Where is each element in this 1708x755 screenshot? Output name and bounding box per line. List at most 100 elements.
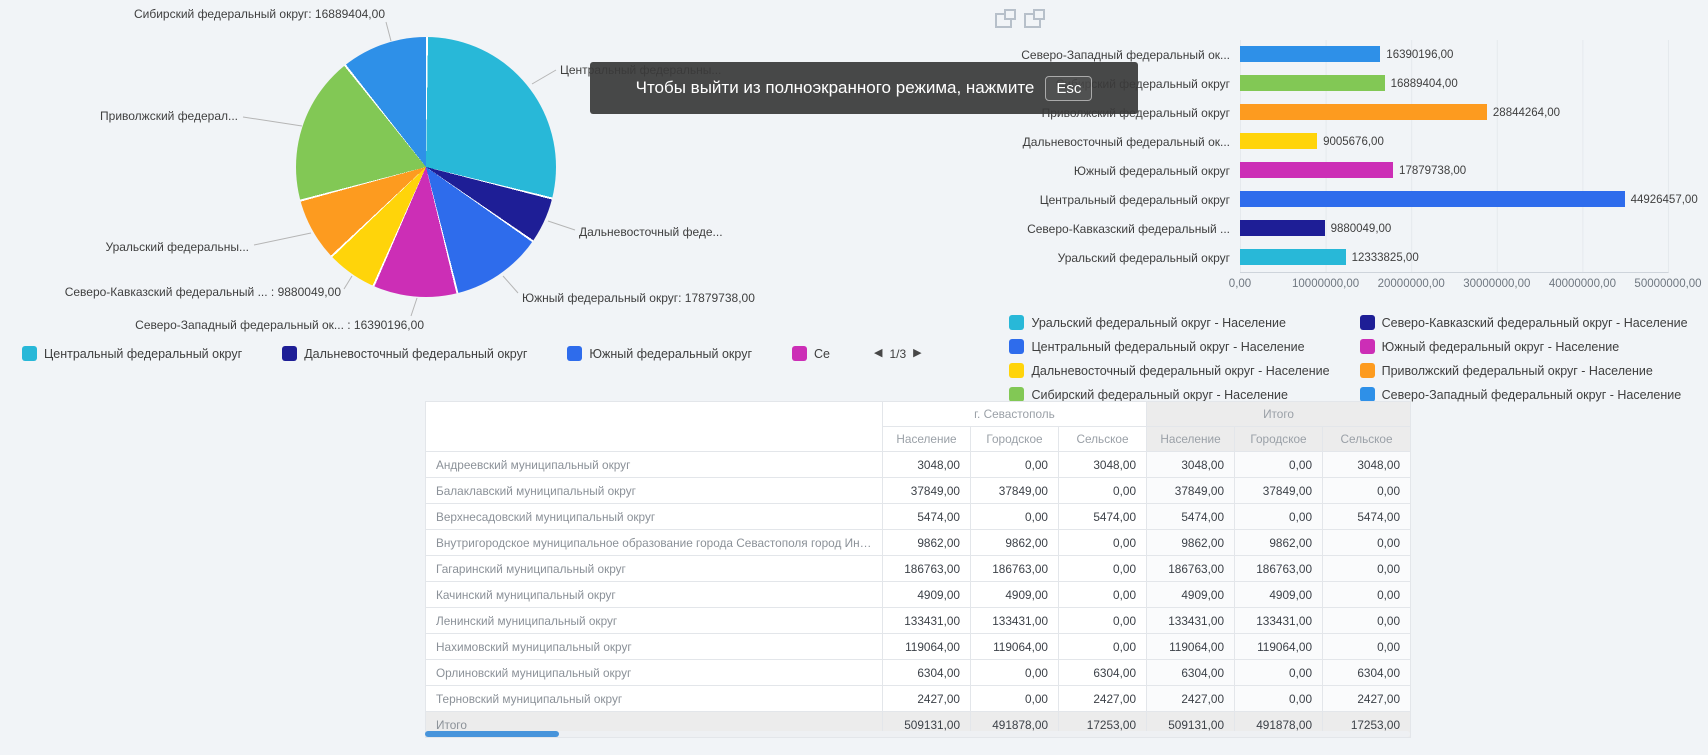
pivot-table: г. СевастопольИтогоНаселениеГородскоеСел… [425,401,1411,738]
bar-value-label: 17879738,00 [1399,165,1466,177]
table-row[interactable]: Гагаринский муниципальный округ 186763,00… [426,556,1411,582]
value-cell: 133431,00 [1147,608,1235,634]
value-cell: 37849,00 [883,478,971,504]
pie-legend: Центральный федеральный округДальневосто… [22,346,922,361]
bar[interactable] [1240,46,1380,62]
bar[interactable] [1240,162,1393,178]
bar-value-label: 28844264,00 [1493,107,1560,119]
bar-category-label: Южный федеральный округ [989,164,1240,178]
bar-value-label: 16889404,00 [1391,78,1458,90]
bar[interactable] [1240,133,1317,149]
legend-label: Дальневосточный федеральный округ - Насе… [1031,364,1329,378]
bar-value-label: 44926457,00 [1631,194,1698,206]
value-cell: 133431,00 [883,608,971,634]
bar-value-label: 9005676,00 [1323,136,1384,148]
legend-label: Приволжский федеральный округ - Населени… [1382,364,1653,378]
pie-callout-sibirsky: Сибирский федеральный округ: 16889404,00 [134,7,385,21]
bar-area: 9880049,00 [1240,214,1668,243]
legend-label: Дальневосточный федеральный округ [304,347,527,361]
bar-x-axis: 0,0010000000,0020000000,0030000000,00400… [1240,278,1668,294]
table-row[interactable]: Балаклавский муниципальный округ37849,00… [426,478,1411,504]
column-subheader: Сельское [1059,427,1147,452]
row-label: Гагаринский муниципальный округ [426,556,883,582]
value-cell: 186763,00 [1235,556,1323,582]
legend-page-indicator: 1/3 [889,347,906,361]
bar-area: 16889404,00 [1240,69,1668,98]
column-subheader: Население [883,427,971,452]
table-row[interactable]: Ленинский муниципальный округ133431,0013… [426,608,1411,634]
table-row[interactable]: Качинский муниципальный округ4909,004909… [426,582,1411,608]
table-row[interactable]: Андреевский муниципальный округ3048,000,… [426,452,1411,478]
bar-row: Южный федеральный округ 17879738,00 [989,156,1708,185]
row-label: Качинский муниципальный округ [426,582,883,608]
legend-swatch [1009,315,1024,330]
value-cell: 9862,00 [883,530,971,556]
value-cell: 0,00 [1059,556,1147,582]
bar[interactable] [1240,75,1385,91]
legend-swatch [1360,315,1375,330]
value-cell: 0,00 [1323,530,1411,556]
value-cell: 37849,00 [1147,478,1235,504]
window-restore-icon-2[interactable] [1024,13,1041,28]
pie-callout-sevzapad: Северо-Западный федеральный ок... : 1639… [135,318,424,332]
column-group-header: г. Севастополь [883,402,1147,427]
value-cell: 0,00 [1235,660,1323,686]
column-subheader: Сельское [1323,427,1411,452]
scrollbar-thumb[interactable] [425,731,559,737]
value-cell: 3048,00 [883,452,971,478]
bar-area: 28844264,00 [1240,98,1668,127]
legend-label: Северо-Западный федеральный округ - Насе… [1382,388,1682,402]
value-cell: 37849,00 [1235,478,1323,504]
pie-callout-sevkavkaz: Северо-Кавказский федеральный ... : 9880… [65,285,341,299]
table-row[interactable]: Верхнесадовский муниципальный округ 5474,… [426,504,1411,530]
value-cell: 0,00 [1323,634,1411,660]
value-cell: 186763,00 [1147,556,1235,582]
value-cell: 133431,00 [971,608,1059,634]
bar[interactable] [1240,191,1625,207]
bar[interactable] [1240,104,1487,120]
pie-graphic[interactable] [296,37,556,297]
x-tick-label: 50000000,00 [1634,278,1701,290]
bar-area: 16390196,00 [1240,40,1668,69]
bar[interactable] [1240,249,1346,265]
value-cell: 4909,00 [971,582,1059,608]
bar-chart-toolbar [995,9,1041,27]
row-label: Орлиновский муниципальный округ [426,660,883,686]
legend-item: Северо-Кавказский федеральный округ - На… [1360,315,1688,330]
x-tick-label: 10000000,00 [1292,278,1359,290]
value-cell: 0,00 [1059,634,1147,660]
value-cell: 5474,00 [1059,504,1147,530]
value-cell: 2427,00 [1323,686,1411,712]
bar-row: Дальневосточный федеральный ок...9005676… [989,127,1708,156]
value-cell: 0,00 [1323,478,1411,504]
legend-label: Се [814,347,830,361]
legend-swatch [22,346,37,361]
legend-item: Дальневосточный федеральный округ [282,346,527,361]
legend-next-icon[interactable]: ▶ [913,348,921,359]
window-restore-icon[interactable] [995,13,1012,28]
bar-row: Центральный федеральный округ 44926457,00 [989,185,1708,214]
table-row[interactable]: Орлиновский муниципальный округ6304,000,… [426,660,1411,686]
bar-row: Уральский федеральный округ12333825,00 [989,243,1708,272]
table-row[interactable]: Терновский муниципальный округ2427,000,0… [426,686,1411,712]
value-cell: 119064,00 [883,634,971,660]
bar-area: 17879738,00 [1240,156,1668,185]
horizontal-scrollbar[interactable] [425,731,1410,737]
legend-prev-icon[interactable]: ◀ [874,348,882,359]
table-row[interactable]: Нахимовский муниципальный округ119064,00… [426,634,1411,660]
legend-item: Южный федеральный округ - Население [1360,339,1688,354]
bar-value-label: 9880049,00 [1331,223,1392,235]
table-row[interactable]: Внутригородское муниципальное образовани… [426,530,1411,556]
toast-message: Чтобы выйти из полноэкранного режима, на… [636,78,1035,98]
legend-swatch [1009,387,1024,402]
bar-category-label: Центральный федеральный округ [989,193,1240,207]
row-label: Верхнесадовский муниципальный округ [426,504,883,530]
pie-legend-items: Центральный федеральный округДальневосто… [22,346,830,361]
value-cell: 2427,00 [1059,686,1147,712]
value-cell: 186763,00 [971,556,1059,582]
bar[interactable] [1240,220,1325,236]
legend-item: Сибирский федеральный округ - Население [1009,387,1329,402]
bar-category-label: Уральский федеральный округ [989,251,1240,265]
legend-swatch [567,346,582,361]
value-cell: 0,00 [971,686,1059,712]
